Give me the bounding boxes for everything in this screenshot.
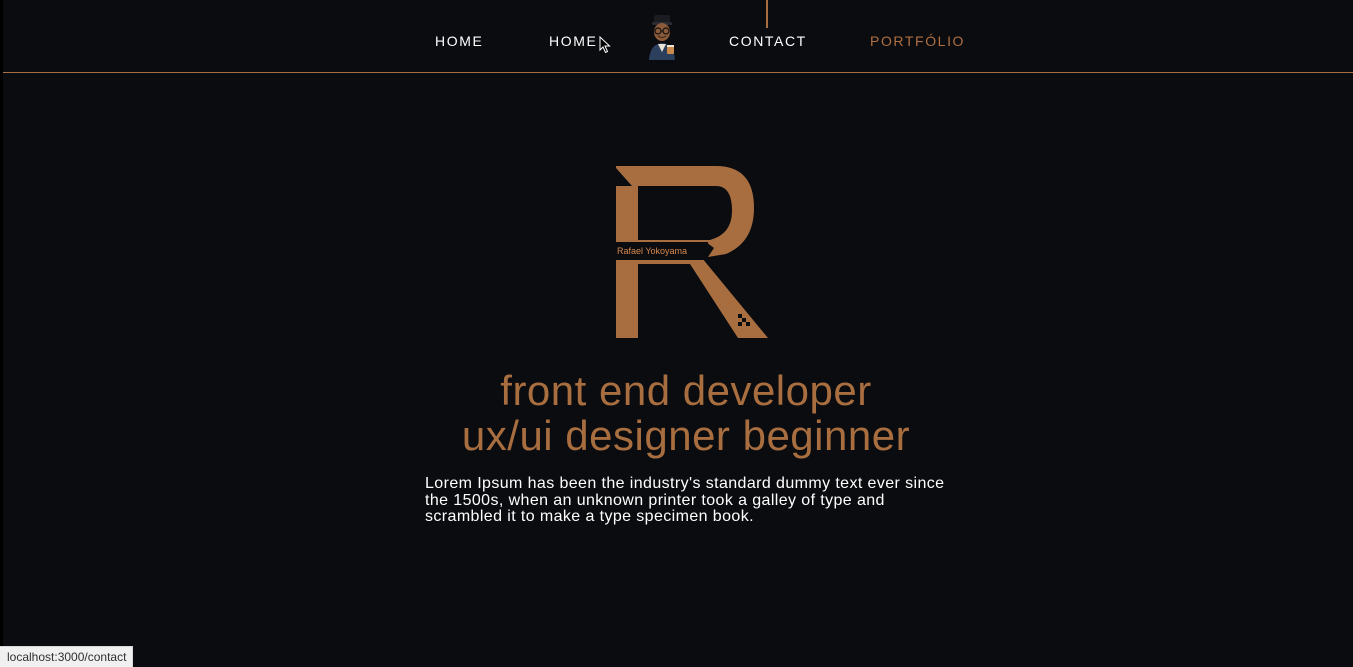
hero-title: front end developer ux/ui designer begin… [380,368,992,458]
window-edge [0,0,3,667]
nav-link-portfolio[interactable]: PORTFÓLIO [870,33,965,49]
nav-link-home[interactable]: HOME [435,33,483,49]
hero-description: Lorem Ipsum has been the industry's stan… [425,475,945,525]
logo-label: Rafael Yokoyama [617,246,688,256]
hero-title-line-1: front end developer [500,367,872,414]
page: HOME HOME CONTACT PORTFÓLIO Rafael Yokoy… [0,0,1353,667]
mouse-cursor-icon [599,36,611,54]
nav-link-home-2[interactable]: HOME [549,33,597,49]
memoji-avatar-icon[interactable] [645,14,679,60]
navbar: HOME HOME CONTACT PORTFÓLIO [3,0,1353,73]
active-nav-indicator [766,0,768,28]
hero-title-line-2: ux/ui designer beginner [461,412,911,459]
browser-status-bar: localhost:3000/contact [0,646,134,667]
nav-link-contact[interactable]: CONTACT [729,33,807,49]
